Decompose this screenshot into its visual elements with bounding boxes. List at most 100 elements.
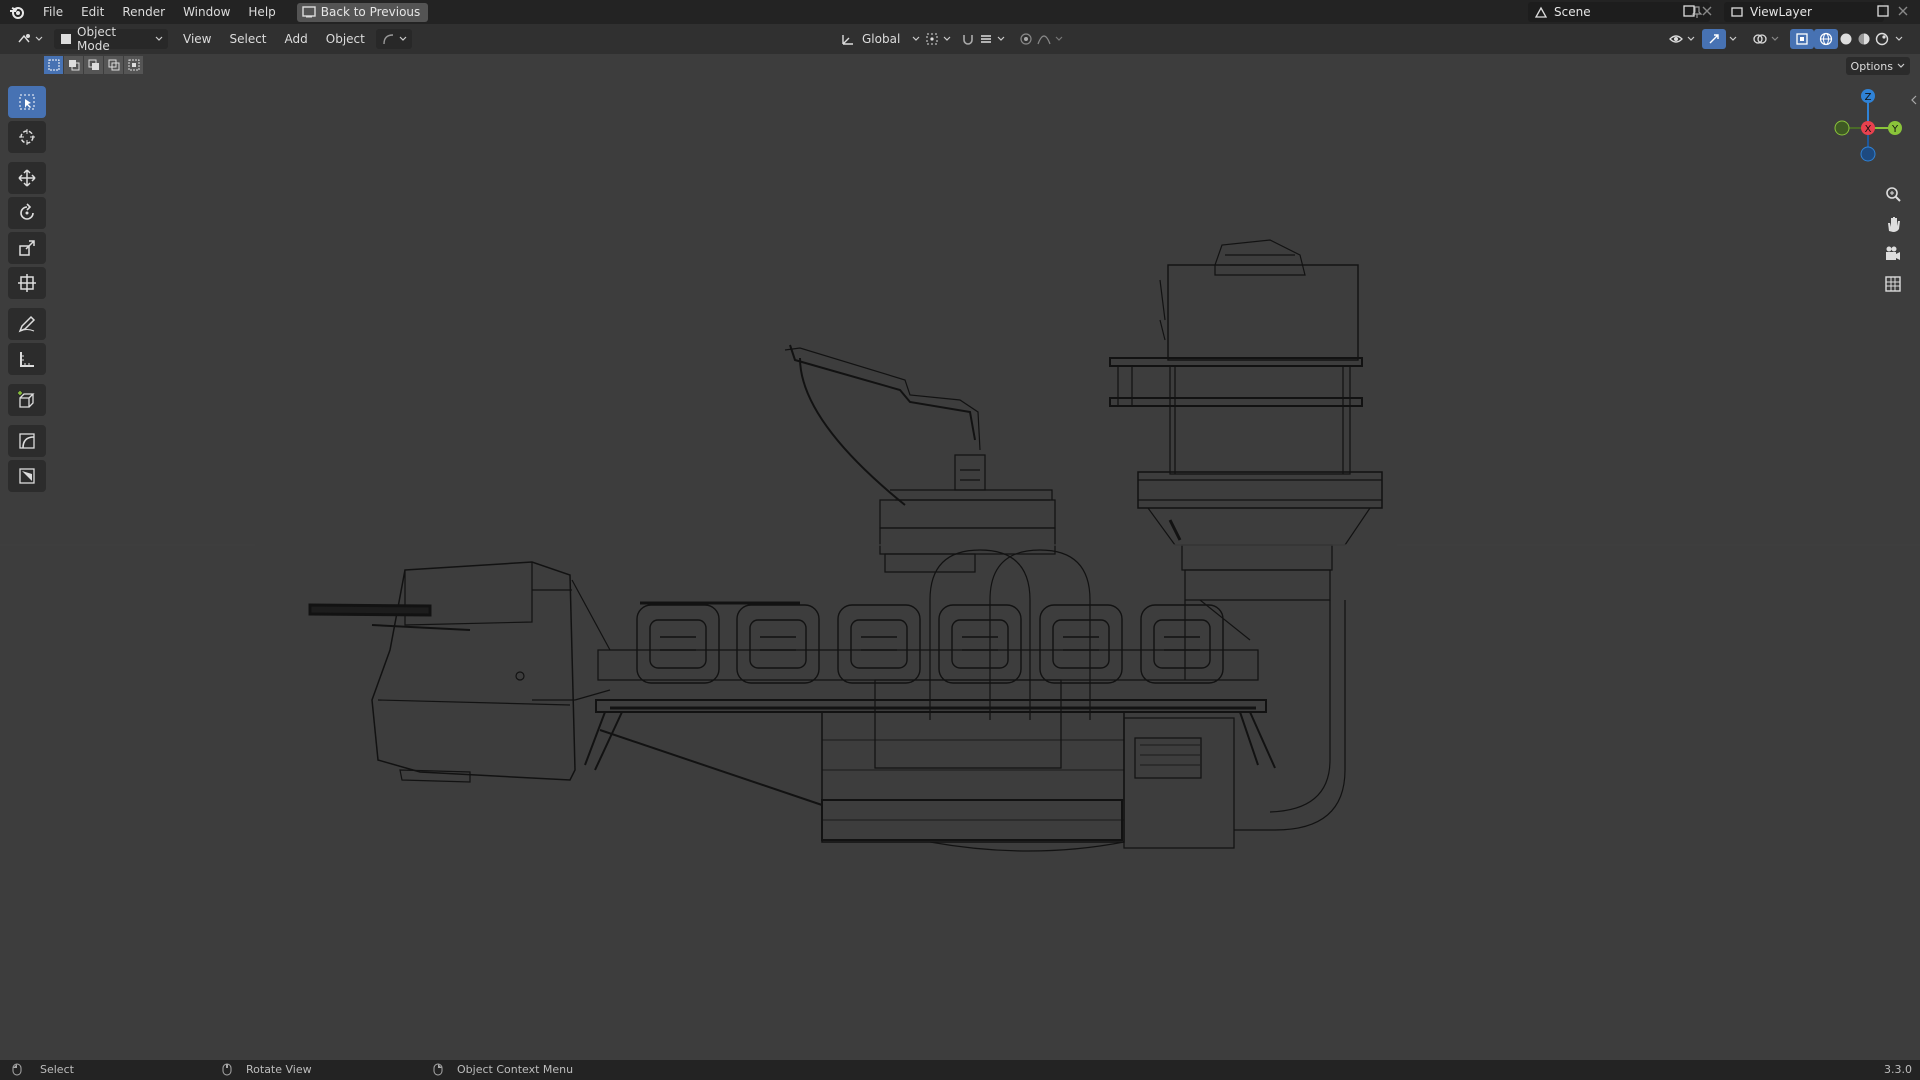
neg-z-axis-icon[interactable] xyxy=(1860,146,1876,162)
camera-icon xyxy=(1886,246,1900,260)
tool-annotate[interactable] xyxy=(8,308,46,340)
gpencil-button[interactable] xyxy=(375,29,412,49)
scale-icon xyxy=(19,240,35,256)
select-new-button[interactable] xyxy=(44,56,64,74)
select-box-icon xyxy=(19,94,35,110)
mode-label: Object Mode xyxy=(77,25,117,53)
snap-increment-icon xyxy=(981,35,991,43)
solid-sphere-icon xyxy=(1840,33,1852,45)
tool-rotate[interactable] xyxy=(8,197,46,229)
status-bar: Select Rotate View Object Context Menu 3… xyxy=(0,1060,1920,1080)
3d-viewport[interactable]: Options Z Y X xyxy=(0,54,1920,1060)
neg-y-axis-icon[interactable] xyxy=(1834,120,1850,136)
blender-logo-icon[interactable] xyxy=(0,0,34,24)
chevron-down-icon xyxy=(1055,36,1063,41)
chevron-down-icon xyxy=(943,36,951,41)
delete-view-layer-icon[interactable] xyxy=(1896,4,1910,21)
select-extend-button[interactable] xyxy=(64,56,84,74)
camera-view-button[interactable] xyxy=(1878,241,1908,267)
mode-selector[interactable]: Object Mode xyxy=(54,25,168,53)
tool-add-cube[interactable] xyxy=(8,384,46,416)
z-axis-label: Z xyxy=(1865,92,1872,103)
status-context: Object Context Menu xyxy=(433,1063,573,1076)
menu-help[interactable]: Help xyxy=(239,0,284,24)
hand-icon xyxy=(1888,217,1900,232)
back-to-previous-label: Back to Previous xyxy=(320,5,421,19)
xray-icon xyxy=(1796,33,1808,45)
rendered-sphere-icon xyxy=(1875,32,1889,46)
screen-icon xyxy=(302,6,316,18)
tool-select-box[interactable] xyxy=(8,86,46,118)
tool-cursor[interactable] xyxy=(8,121,46,153)
proportional-icon xyxy=(1020,33,1032,45)
sidebar-toggle-icon[interactable] xyxy=(1910,94,1918,108)
view-layer-name: ViewLayer xyxy=(1750,5,1812,19)
scene-icon xyxy=(1534,6,1548,18)
view-layer-selector[interactable]: ViewLayer xyxy=(1724,2,1884,22)
zoom-icon xyxy=(1886,187,1901,202)
options-button[interactable]: Options xyxy=(1845,57,1910,75)
pivot-point-button[interactable] xyxy=(920,29,956,49)
header-menu-view[interactable]: View xyxy=(174,27,220,51)
chevron-down-icon xyxy=(35,36,43,41)
measure-icon xyxy=(20,352,34,367)
view-layer-icon xyxy=(1731,7,1743,17)
tool-transform[interactable] xyxy=(8,267,46,299)
zoom-view-button[interactable] xyxy=(1878,181,1908,207)
tool-bend-curve[interactable] xyxy=(8,425,46,457)
xray-toggle-button[interactable] xyxy=(1790,29,1814,49)
header-menu-object[interactable]: Object xyxy=(317,27,374,51)
chevron-down-icon xyxy=(997,36,1005,41)
cursor-icon xyxy=(19,129,35,145)
new-view-layer-icon[interactable] xyxy=(1876,4,1890,21)
chevron-down-icon xyxy=(1897,63,1905,68)
magnet-icon xyxy=(963,35,973,45)
transform-orientation-label: Global xyxy=(862,32,901,46)
curve-tool-icon xyxy=(19,433,35,449)
status-context-label: Object Context Menu xyxy=(457,1063,574,1076)
select-invert-icon xyxy=(108,59,119,71)
orientation-icon xyxy=(842,35,853,45)
menu-render[interactable]: Render xyxy=(113,0,174,24)
version-info: 3.3.0 xyxy=(1884,1063,1912,1076)
navigation-gizmo[interactable]: Z Y X xyxy=(1823,84,1913,174)
shear-icon xyxy=(19,468,35,484)
menu-edit[interactable]: Edit xyxy=(72,0,113,24)
top-bar: File Edit Render Window Help Back to Pre… xyxy=(0,0,1920,24)
select-intersect-button[interactable] xyxy=(124,56,144,74)
back-to-previous-button[interactable]: Back to Previous xyxy=(296,2,429,22)
shading-dropdown[interactable] xyxy=(1890,29,1908,49)
status-rotate: Rotate View xyxy=(222,1063,312,1076)
header-menu-add[interactable]: Add xyxy=(276,27,317,51)
snap-button[interactable] xyxy=(956,29,1010,49)
curve-icon xyxy=(383,34,393,45)
scene-name: Scene xyxy=(1554,5,1591,19)
proportional-editing-button[interactable] xyxy=(1014,29,1068,49)
menu-file[interactable]: File xyxy=(34,0,72,24)
tool-measure[interactable] xyxy=(8,343,46,375)
header-menu-select[interactable]: Select xyxy=(220,27,275,51)
gizmo-toggle-button[interactable] xyxy=(1702,29,1726,49)
transform-orientation-selector[interactable]: Global xyxy=(836,29,925,49)
status-select-label: Select xyxy=(40,1063,74,1076)
select-intersect-icon xyxy=(128,59,139,71)
viewport-header: Object Mode View Select Add Object Globa… xyxy=(0,24,1920,54)
select-invert-button[interactable] xyxy=(104,56,124,74)
options-label: Options xyxy=(1850,59,1893,73)
wireframe-model xyxy=(0,239,1920,852)
tool-scale[interactable] xyxy=(8,232,46,264)
visibility-button[interactable] xyxy=(1664,29,1700,49)
editor-type-button[interactable] xyxy=(12,29,48,49)
menu-window[interactable]: Window xyxy=(174,0,239,24)
pan-view-button[interactable] xyxy=(1878,211,1908,237)
chevron-down-icon xyxy=(1771,36,1779,41)
tool-move[interactable] xyxy=(8,162,46,194)
3d-viewport-icon xyxy=(18,34,30,43)
overlay-button[interactable] xyxy=(1748,29,1784,49)
gizmo-dropdown[interactable] xyxy=(1724,29,1742,49)
toggle-perspective-button[interactable] xyxy=(1878,271,1908,297)
delete-scene-icon[interactable] xyxy=(1700,4,1714,21)
new-scene-icon[interactable] xyxy=(1682,4,1696,21)
tool-shear[interactable] xyxy=(8,460,46,492)
select-subtract-button[interactable] xyxy=(84,56,104,74)
